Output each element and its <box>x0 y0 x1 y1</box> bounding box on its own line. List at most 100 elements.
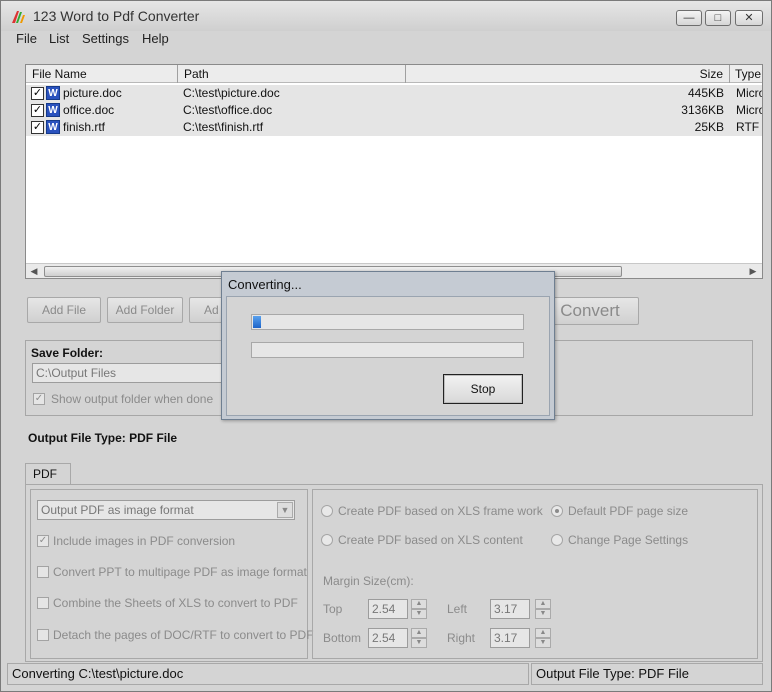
xls-content-label: Create PDF based on XLS content <box>338 533 523 547</box>
word-file-icon: W <box>46 120 60 134</box>
convert-ppt-label: Convert PPT to multipage PDF as image fo… <box>53 565 307 579</box>
minimize-button[interactable]: — <box>676 10 702 26</box>
close-button[interactable]: ✕ <box>735 10 763 26</box>
margin-left-input[interactable]: 3.17 <box>490 599 530 619</box>
maximize-icon: □ <box>714 11 722 24</box>
chevron-down-icon[interactable]: ▼ <box>277 502 293 518</box>
row-checkbox[interactable]: ✓ <box>31 87 44 100</box>
default-page-size-radio[interactable] <box>551 505 563 517</box>
row-path: C:\test\finish.rtf <box>183 120 264 134</box>
row-file-name: office.doc <box>63 103 115 117</box>
minimize-icon: — <box>683 11 695 24</box>
add-file-button[interactable]: Add File <box>27 297 101 323</box>
column-size[interactable]: Size <box>406 65 730 83</box>
combine-sheets-checkbox[interactable] <box>37 597 49 609</box>
convert-ppt-checkbox[interactable] <box>37 566 49 578</box>
margin-left-stepper[interactable]: ▲ ▼ <box>535 599 551 619</box>
save-folder-input[interactable]: C:\Output Files <box>32 363 252 383</box>
margin-size-label: Margin Size(cm): <box>323 574 414 588</box>
total-progress-bar <box>251 342 524 358</box>
maximize-button[interactable]: □ <box>705 10 731 26</box>
window-title: 123 Word to Pdf Converter <box>33 8 200 24</box>
converting-dialog: Converting... Stop <box>221 271 555 420</box>
column-path[interactable]: Path <box>178 65 406 83</box>
show-folder-checkbox[interactable]: ✓ <box>33 393 45 405</box>
dialog-title: Converting... <box>228 277 302 292</box>
combine-sheets-label: Combine the Sheets of XLS to convert to … <box>53 596 298 610</box>
app-window: 123 Word to Pdf Converter — □ ✕ File Lis… <box>0 0 772 692</box>
xls-options-panel: Create PDF based on XLS frame work Defau… <box>312 489 758 659</box>
row-type: RTF <box>736 120 760 134</box>
show-folder-label: Show output folder when done <box>51 392 214 406</box>
xls-content-radio[interactable] <box>321 534 333 546</box>
margin-bottom-label: Bottom <box>323 631 362 645</box>
default-page-size-label: Default PDF page size <box>568 504 689 518</box>
margin-top-stepper[interactable]: ▲ ▼ <box>411 599 427 619</box>
xls-frame-work-radio[interactable] <box>321 505 333 517</box>
detach-pages-label: Detach the pages of DOC/RTF to convert t… <box>53 628 314 642</box>
row-path: C:\test\office.doc <box>183 103 273 117</box>
margin-top-input[interactable]: 2.54 <box>368 599 408 619</box>
detach-pages-checkbox[interactable] <box>37 629 49 641</box>
status-output-type: Output File Type: PDF File <box>531 663 763 685</box>
row-size: 445KB <box>687 86 724 100</box>
change-page-settings-label: Change Page Settings <box>568 533 689 547</box>
row-type: Micro <box>736 86 762 100</box>
list-header: File Name Path Size Type <box>26 65 762 83</box>
margin-bottom-stepper[interactable]: ▲ ▼ <box>411 628 427 648</box>
spin-down-icon[interactable]: ▼ <box>535 609 551 619</box>
row-path: C:\test\picture.doc <box>183 86 280 100</box>
file-progress-bar <box>251 314 524 330</box>
table-row[interactable]: ✓ W picture.doc C:\test\picture.doc 445K… <box>26 85 762 102</box>
spin-up-icon[interactable]: ▲ <box>411 599 427 609</box>
margin-top-label: Top <box>323 602 343 616</box>
include-images-label: Include images in PDF conversion <box>53 534 236 548</box>
change-page-settings-radio[interactable] <box>551 534 563 546</box>
margin-right-label: Right <box>447 631 476 645</box>
xls-frame-work-label: Create PDF based on XLS frame work <box>338 504 543 518</box>
spin-down-icon[interactable]: ▼ <box>411 609 427 619</box>
spin-up-icon[interactable]: ▲ <box>411 628 427 638</box>
row-size: 25KB <box>694 120 724 134</box>
menu-settings[interactable]: Settings <box>82 31 129 46</box>
margin-right-input[interactable]: 3.17 <box>490 628 530 648</box>
include-images-checkbox[interactable]: ✓ <box>37 535 49 547</box>
save-folder-label: Save Folder: <box>31 346 104 360</box>
dialog-body: Stop <box>226 296 550 416</box>
scroll-right-icon[interactable]: ▶ <box>746 265 760 278</box>
menu-list[interactable]: List <box>49 31 69 46</box>
row-checkbox[interactable]: ✓ <box>31 104 44 117</box>
column-type[interactable]: Type <box>730 65 762 83</box>
margin-left-label: Left <box>447 602 468 616</box>
format-select[interactable]: Output PDF as image format ▼ <box>37 500 295 520</box>
scroll-left-icon[interactable]: ◀ <box>27 265 41 278</box>
pdf-options-panel: Output PDF as image format ▼ ✓ Include i… <box>30 489 314 659</box>
menu-file[interactable]: File <box>16 31 37 46</box>
status-converting: Converting C:\test\picture.doc <box>7 663 529 685</box>
margin-right-stepper[interactable]: ▲ ▼ <box>535 628 551 648</box>
pdf-tab-panel: Output PDF as image format ▼ ✓ Include i… <box>25 484 763 662</box>
stop-button[interactable]: Stop <box>443 374 523 404</box>
output-file-type-label: Output File Type: PDF File <box>28 431 178 445</box>
convert-button[interactable]: Convert <box>541 297 639 325</box>
margin-bottom-input[interactable]: 2.54 <box>368 628 408 648</box>
title-bar: 123 Word to Pdf Converter — □ ✕ <box>1 1 771 31</box>
menu-help[interactable]: Help <box>142 31 169 46</box>
row-checkbox[interactable]: ✓ <box>31 121 44 134</box>
spin-down-icon[interactable]: ▼ <box>535 638 551 648</box>
row-type: Micro <box>736 103 762 117</box>
close-icon: ✕ <box>744 11 754 24</box>
word-file-icon: W <box>46 86 60 100</box>
tab-pdf[interactable]: PDF <box>25 463 71 485</box>
table-row[interactable]: ✓ W office.doc C:\test\office.doc 3136KB… <box>26 102 762 119</box>
file-list[interactable]: File Name Path Size Type ✓ W picture.doc… <box>25 64 763 279</box>
spin-down-icon[interactable]: ▼ <box>411 638 427 648</box>
app-icon <box>12 11 25 23</box>
row-file-name: finish.rtf <box>63 120 106 134</box>
spin-up-icon[interactable]: ▲ <box>535 628 551 638</box>
column-file-name[interactable]: File Name <box>26 65 178 83</box>
spin-up-icon[interactable]: ▲ <box>535 599 551 609</box>
add-folder-button[interactable]: Add Folder <box>107 297 183 323</box>
table-row[interactable]: ✓ W finish.rtf C:\test\finish.rtf 25KB R… <box>26 119 762 136</box>
format-select-value: Output PDF as image format <box>41 503 194 517</box>
